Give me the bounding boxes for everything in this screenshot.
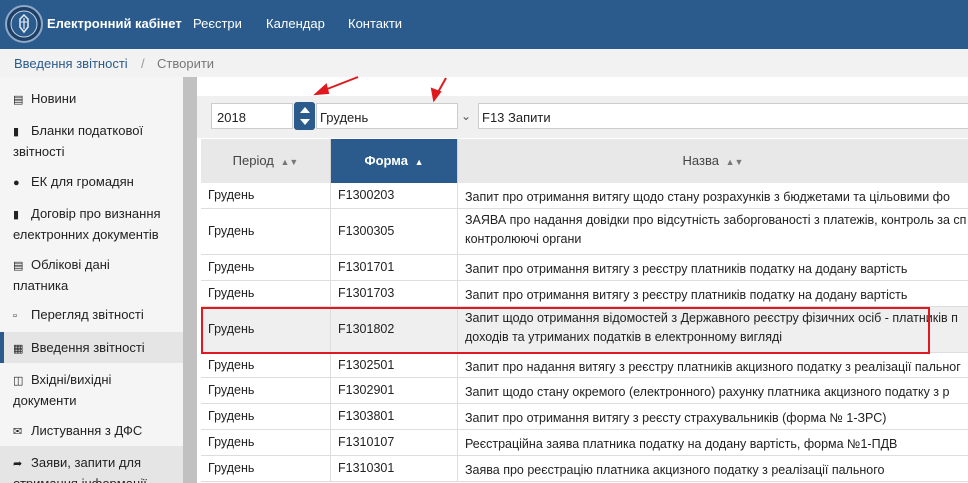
sidebar-item-label: Вхідні/вихідні документи: [13, 372, 112, 408]
sidebar-item-label: Договір про визнання електронних докумен…: [13, 206, 161, 242]
breadcrumb: Введення звітності / Створити: [0, 49, 968, 78]
column-header-label: Період: [232, 153, 274, 168]
cell-name: Запит про отримання витягу з реєстру пла…: [465, 262, 908, 276]
cell-period: Грудень: [201, 378, 331, 403]
sort-icon: ▲▼: [280, 157, 299, 167]
table-row[interactable]: Грудень F1301701 Запит про отримання вит…: [201, 255, 968, 281]
coat-of-arms-logo[interactable]: [5, 5, 43, 43]
cell-form: F1300203: [331, 183, 458, 208]
chevron-up-icon[interactable]: [300, 107, 310, 113]
inbox-icon: ◫: [13, 375, 24, 387]
cell-name: Запит про отримання витягу щодо стану ро…: [465, 190, 950, 204]
sidebar-item-account-data[interactable]: ▤ Облікові дані платника: [0, 255, 150, 296]
cell-period: Грудень: [201, 404, 331, 429]
cell-period: Грудень: [201, 281, 331, 306]
sidebar-item-label: Новини: [31, 91, 77, 106]
table-row[interactable]: Грудень F1301703 Запит про отримання вит…: [201, 281, 968, 307]
cell-form: F1300305: [331, 209, 458, 254]
nav-contacts[interactable]: Контакти: [348, 16, 402, 31]
nav-registries[interactable]: Реєстри: [193, 16, 242, 31]
sidebar-item-label: Бланки податкової звітності: [13, 123, 144, 159]
file-icon: ▫: [13, 310, 17, 322]
sort-icon: ▲▼: [725, 157, 744, 167]
cell-form: F1302501: [331, 353, 458, 377]
cell-form: F1301703: [331, 281, 458, 306]
sidebar-item-tax-forms[interactable]: ▮ Бланки податкової звітності: [0, 121, 175, 162]
sidebar-item-enter-reports[interactable]: ▦ Введення звітності: [0, 332, 183, 363]
sidebar-item-label: Облікові дані платника: [13, 257, 110, 293]
column-header-name[interactable]: Назва ▲▼: [458, 139, 968, 183]
cell-form: F1303801: [331, 404, 458, 429]
sidebar-item-label: ЕК для громадян: [31, 174, 134, 189]
sidebar-item-requests[interactable]: ➦Заяви, запити для отримання інформації: [0, 446, 183, 483]
column-header-form[interactable]: Форма ▲: [331, 139, 458, 183]
sort-ascending-icon: ▲: [414, 157, 424, 167]
month-select[interactable]: Грудень: [316, 103, 458, 129]
sidebar-item-news[interactable]: ▤ Новини: [0, 89, 183, 110]
chevron-down-icon[interactable]: [300, 119, 310, 125]
cell-period: Грудень: [201, 456, 331, 481]
table-row[interactable]: Грудень F1300305 ЗАЯВА про надання довід…: [201, 209, 968, 255]
form-group-select[interactable]: F13 Запити: [478, 103, 968, 129]
table-row[interactable]: Грудень F1310301 Заява про реєстрацію пл…: [201, 456, 968, 482]
table-row[interactable]: Грудень F1303801 Запит про отримання вит…: [201, 404, 968, 430]
year-input[interactable]: 2018: [211, 103, 293, 129]
sidebar-item-label: Листування з ДФС: [31, 423, 143, 438]
chevron-down-icon[interactable]: ⌄: [461, 109, 471, 123]
sidebar-item-label: Введення звітності: [31, 340, 145, 355]
cell-period: Грудень: [201, 183, 331, 208]
share-icon: ➦: [13, 458, 23, 470]
cell-period: Грудень: [201, 353, 331, 377]
column-header-label: Форма: [364, 153, 408, 168]
table-row[interactable]: Грудень F1310107 Реєстраційна заява плат…: [201, 430, 968, 456]
cell-name: Заява про реєстрацію платника акцизного …: [465, 463, 885, 477]
cell-name: Запит про отримання витягу з реєстру пла…: [465, 288, 908, 302]
sidebar-item-label: Заяви, запити для отримання інформації: [13, 455, 147, 483]
cell-name: Запит про надання витягу з реєстру платн…: [465, 360, 961, 374]
envelope-icon: ✉: [13, 426, 23, 438]
sidebar-scrollbar[interactable]: [183, 77, 197, 483]
document-icon: ▮: [13, 209, 20, 221]
cell-form: F1301701: [331, 255, 458, 280]
sidebar-item-documents[interactable]: ◫ Вхідні/вихідні документи: [0, 370, 150, 411]
cell-form: F1310301: [331, 456, 458, 481]
sidebar-item-label: Перегляд звітності: [31, 307, 144, 322]
id-card-icon: ▤: [13, 260, 24, 272]
breadcrumb-section-link[interactable]: Введення звітності: [14, 56, 128, 71]
annotation-highlight-box: [201, 307, 930, 354]
table-row[interactable]: Грудень F1302901 Запит щодо стану окремо…: [201, 378, 968, 404]
cell-period: Грудень: [201, 430, 331, 455]
sidebar-item-view-reports[interactable]: ▫ Перегляд звітності: [0, 305, 183, 326]
column-header-label: Назва: [682, 153, 719, 168]
cell-name: Реєстраційна заява платника податку на д…: [465, 437, 898, 451]
cell-period: Грудень: [201, 209, 331, 254]
document-icon: ▮: [13, 126, 20, 138]
sidebar-item-agreement[interactable]: ▮ Договір про визнання електронних докуме…: [0, 204, 172, 245]
nav-calendar[interactable]: Календар: [266, 16, 325, 31]
cell-name: ЗАЯВА про надання довідки про відсутніст…: [465, 213, 967, 246]
sidebar-item-citizens[interactable]: ● ЕК для громадян: [0, 172, 183, 193]
brand-title[interactable]: Електронний кабінет: [47, 16, 182, 31]
breadcrumb-current: Створити: [157, 56, 215, 71]
cell-form: F1310107: [331, 430, 458, 455]
column-header-period[interactable]: Період ▲▼: [201, 139, 331, 183]
top-navbar: Електронний кабінет Реєстри Календар Кон…: [0, 0, 968, 49]
newspaper-icon: ▤: [13, 94, 24, 106]
table-icon: ▦: [13, 343, 24, 355]
table-row[interactable]: Грудень F1302501 Запит про надання витяг…: [201, 353, 968, 378]
cell-period: Грудень: [201, 255, 331, 280]
cell-name: Запит щодо стану окремого (електронного)…: [465, 385, 950, 399]
user-icon: ●: [13, 177, 20, 189]
table-row[interactable]: Грудень F1300203 Запит про отримання вит…: [201, 183, 968, 209]
year-spinner[interactable]: [294, 102, 315, 130]
cell-name: Запит про отримання витягу з реєсту стра…: [465, 411, 887, 425]
cell-form: F1302901: [331, 378, 458, 403]
breadcrumb-separator: /: [141, 56, 145, 71]
sidebar-item-correspondence[interactable]: ✉ Листування з ДФС: [0, 421, 183, 442]
